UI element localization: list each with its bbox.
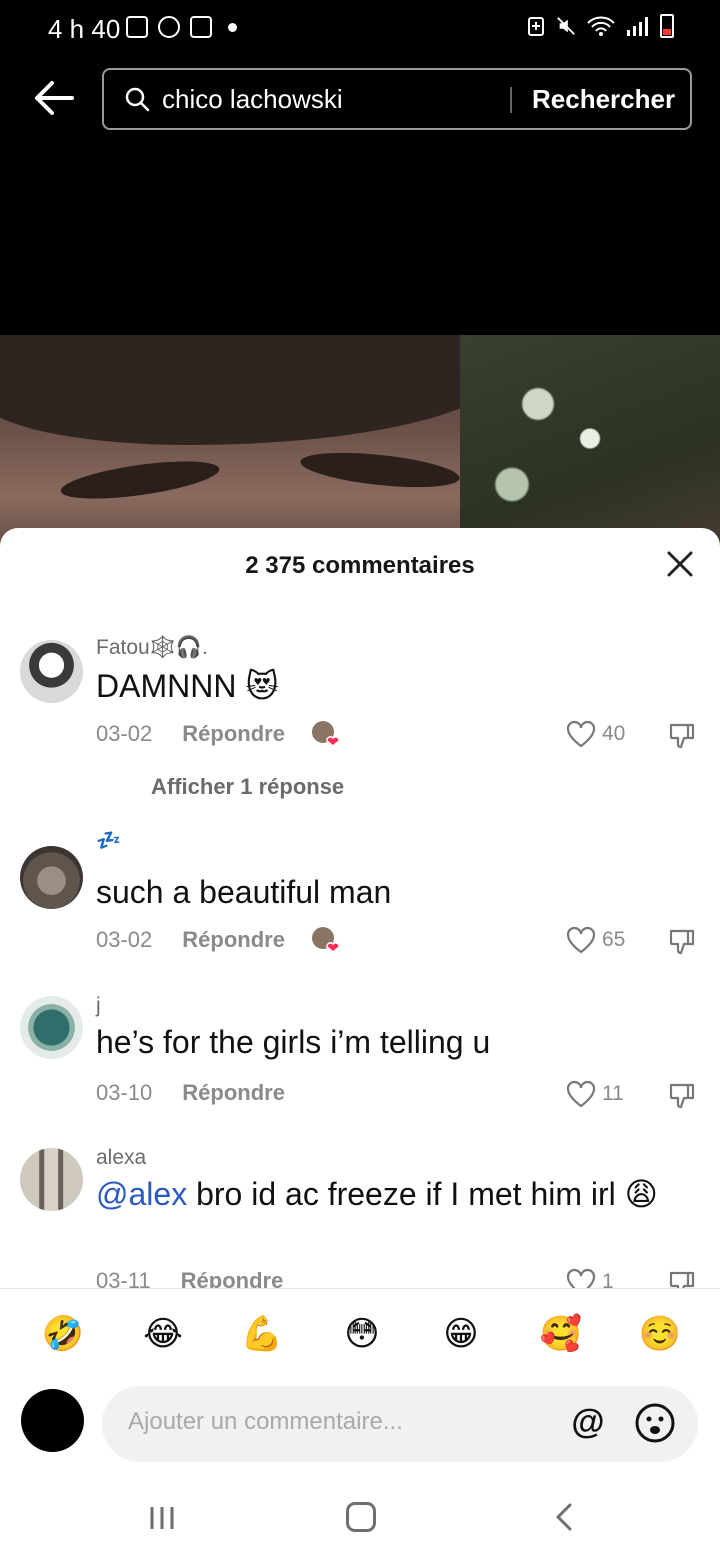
dislike-icon[interactable] bbox=[668, 1082, 696, 1110]
gallery-icon bbox=[126, 16, 148, 38]
comment-date: 03-02 bbox=[96, 927, 153, 952]
comment-username[interactable]: Fatou🕸️🎧. bbox=[96, 636, 208, 660]
divider bbox=[0, 1288, 720, 1289]
reply-button[interactable]: Répondre bbox=[182, 927, 285, 953]
emoji-grin-button[interactable]: 😁 bbox=[435, 1308, 487, 1360]
like-button[interactable]: 1 bbox=[566, 1268, 614, 1288]
like-button[interactable]: 40 bbox=[566, 720, 625, 748]
status-bar: 4 h 40 bbox=[0, 0, 720, 56]
search-bar[interactable]: chico lachowski Rechercher bbox=[102, 68, 692, 130]
search-divider bbox=[510, 87, 512, 113]
comment-body: bro id ac freeze if I met him irl 😩 bbox=[187, 1176, 659, 1212]
status-time: 4 h 40 bbox=[48, 14, 121, 44]
like-button[interactable]: 11 bbox=[566, 1080, 624, 1108]
comment-meta: 03-02 Répondre bbox=[96, 720, 343, 748]
emoji-joy-button[interactable]: 😂 bbox=[137, 1308, 189, 1360]
comment-meta: 03-02 Répondre bbox=[96, 926, 343, 954]
like-count: 40 bbox=[602, 722, 626, 745]
comment-text: he’s for the girls i’m telling u bbox=[96, 1024, 491, 1060]
battery-icon bbox=[660, 14, 674, 38]
dislike-icon[interactable] bbox=[668, 928, 696, 956]
emoji-rofl-button[interactable]: 🤣 bbox=[37, 1308, 89, 1360]
more-notifications-icon bbox=[228, 22, 237, 32]
emoji-muscle-button[interactable]: 💪 bbox=[236, 1308, 288, 1360]
emoji-hearts-button[interactable]: 🥰 bbox=[535, 1308, 587, 1360]
dislike-icon[interactable] bbox=[668, 722, 696, 750]
comments-list[interactable]: Fatou🕸️🎧. DAMNNN 😻 03-02 Répondre 40 Aff… bbox=[0, 618, 720, 1288]
mute-icon bbox=[557, 17, 575, 35]
system-nav-bar bbox=[0, 1470, 720, 1560]
recent-apps-icon[interactable] bbox=[148, 1504, 176, 1532]
emoji-flushed-button[interactable]: 😳 bbox=[336, 1308, 388, 1360]
comment-username[interactable]: j bbox=[96, 994, 101, 1018]
heart-icon bbox=[566, 720, 596, 748]
emoji-picker-icon[interactable] bbox=[634, 1402, 676, 1444]
my-avatar[interactable] bbox=[21, 1389, 84, 1452]
close-icon[interactable] bbox=[666, 550, 694, 578]
search-icon bbox=[125, 87, 150, 112]
comment-date: 03-10 bbox=[96, 1080, 153, 1105]
comment-text: DAMNNN 😻 bbox=[96, 668, 279, 704]
search-submit-button[interactable]: Rechercher bbox=[532, 84, 675, 115]
heart-icon bbox=[566, 1268, 596, 1288]
notification-icons bbox=[126, 16, 237, 38]
dislike-icon[interactable] bbox=[668, 1270, 696, 1288]
heart-icon bbox=[566, 926, 596, 954]
emoji-smile-button[interactable]: ☺️ bbox=[634, 1308, 686, 1360]
back-arrow-icon[interactable] bbox=[32, 78, 76, 118]
wifi-icon bbox=[587, 16, 615, 36]
comment-text: such a beautiful man bbox=[96, 874, 392, 910]
creator-liked-icon bbox=[311, 721, 340, 747]
home-button[interactable] bbox=[346, 1502, 376, 1532]
comment-input[interactable]: Ajouter un commentaire... @ bbox=[102, 1386, 698, 1462]
comment-username[interactable]: alexa bbox=[96, 1146, 146, 1170]
twitch-icon bbox=[190, 16, 212, 38]
like-button[interactable]: 65 bbox=[566, 926, 625, 954]
avatar[interactable] bbox=[20, 640, 83, 703]
heart-icon bbox=[566, 1080, 596, 1108]
comment-meta: 03-10 Répondre bbox=[96, 1080, 285, 1106]
like-count: 11 bbox=[602, 1082, 624, 1105]
comment-date: 03-02 bbox=[96, 721, 153, 746]
battery-saver-icon bbox=[528, 17, 544, 36]
signal-icon bbox=[627, 17, 648, 36]
comments-count-title: 2 375 commentaires bbox=[245, 552, 475, 579]
like-count: 1 bbox=[602, 1270, 614, 1288]
comment-username[interactable]: 💤 bbox=[96, 828, 121, 853]
sync-icon bbox=[158, 16, 180, 38]
avatar[interactable] bbox=[20, 996, 83, 1059]
like-count: 65 bbox=[602, 928, 626, 951]
comment-mention[interactable]: @alex bbox=[96, 1176, 187, 1212]
comment-input-placeholder[interactable]: Ajouter un commentaire... bbox=[128, 1408, 403, 1436]
back-nav-icon[interactable] bbox=[552, 1502, 576, 1532]
comments-sheet: 2 375 commentaires Fatou🕸️🎧. DAMNNN 😻 03… bbox=[0, 528, 720, 1560]
reply-button[interactable]: Répondre bbox=[182, 721, 285, 747]
avatar[interactable] bbox=[20, 846, 83, 909]
reply-button[interactable]: Répondre bbox=[181, 1268, 284, 1288]
quick-emoji-row: 🤣 😂 💪 😳 😁 🥰 ☺️ bbox=[0, 1308, 720, 1370]
search-input[interactable]: chico lachowski bbox=[162, 84, 343, 115]
comment-date: 03-11 bbox=[96, 1268, 151, 1288]
avatar[interactable] bbox=[20, 1148, 83, 1211]
search-header: chico lachowski Rechercher bbox=[0, 56, 720, 336]
mention-at-button[interactable]: @ bbox=[568, 1402, 608, 1442]
comment-meta: 03-11 Répondre bbox=[96, 1268, 283, 1288]
system-icons bbox=[526, 14, 674, 38]
show-replies-link[interactable]: Afficher 1 réponse bbox=[151, 774, 344, 800]
comment-text: @alex bro id ac freeze if I met him irl … bbox=[96, 1174, 696, 1214]
reply-button[interactable]: Répondre bbox=[182, 1080, 285, 1106]
creator-liked-icon bbox=[311, 927, 340, 953]
